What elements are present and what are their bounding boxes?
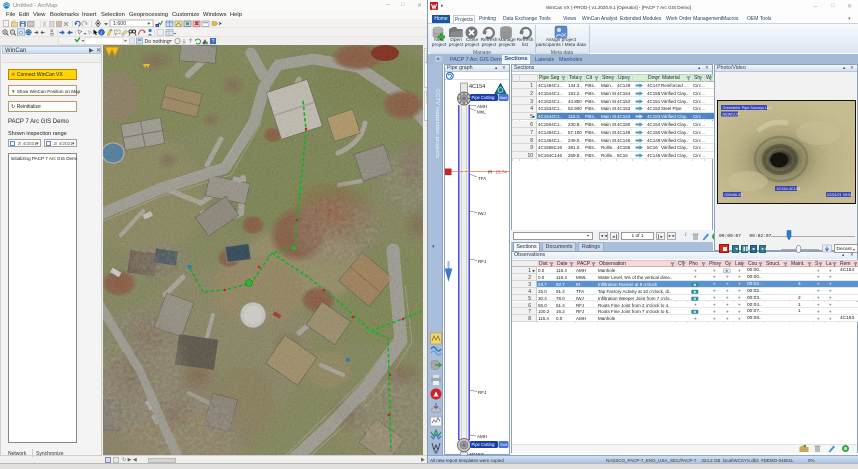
svg-text:MnL: MnL — [477, 109, 486, 114]
svg-text:4C154 4C153: 4C154 4C153 — [777, 187, 800, 191]
svg-text:IR: IR — [488, 169, 493, 174]
svg-text:Pipe Cutting:: Pipe Cutting: — [472, 95, 496, 100]
svg-text:End: End — [501, 442, 507, 446]
svg-text:AMH: AMH — [477, 104, 487, 109]
svg-text:TFA: TFA — [478, 176, 486, 181]
svg-text:02/04/21 09:54: 02/04/21 09:54 — [827, 193, 852, 197]
svg-text:Pipe Cutting:: Pipe Cutting: — [472, 442, 496, 447]
svg-text:000x96.43: 000x96.43 — [725, 193, 743, 197]
svg-text:23.74: 23.74 — [496, 169, 508, 174]
svg-text:RFJ: RFJ — [478, 259, 486, 264]
svg-text:NEWCUT: NEWCUT — [723, 112, 740, 116]
svg-text:Start: Start — [499, 95, 507, 99]
svg-text:Greenbrier Pipe Surveys LLC: Greenbrier Pipe Surveys LLC — [723, 106, 773, 110]
svg-text:4C154: 4C154 — [469, 84, 485, 90]
svg-text:1:600: 1:600 — [113, 21, 126, 27]
svg-text:IWJ: IWJ — [478, 211, 486, 216]
svg-text:?: ? — [116, 30, 118, 34]
svg-text:RFJ: RFJ — [478, 390, 486, 395]
svg-text:AMH: AMH — [477, 434, 487, 439]
